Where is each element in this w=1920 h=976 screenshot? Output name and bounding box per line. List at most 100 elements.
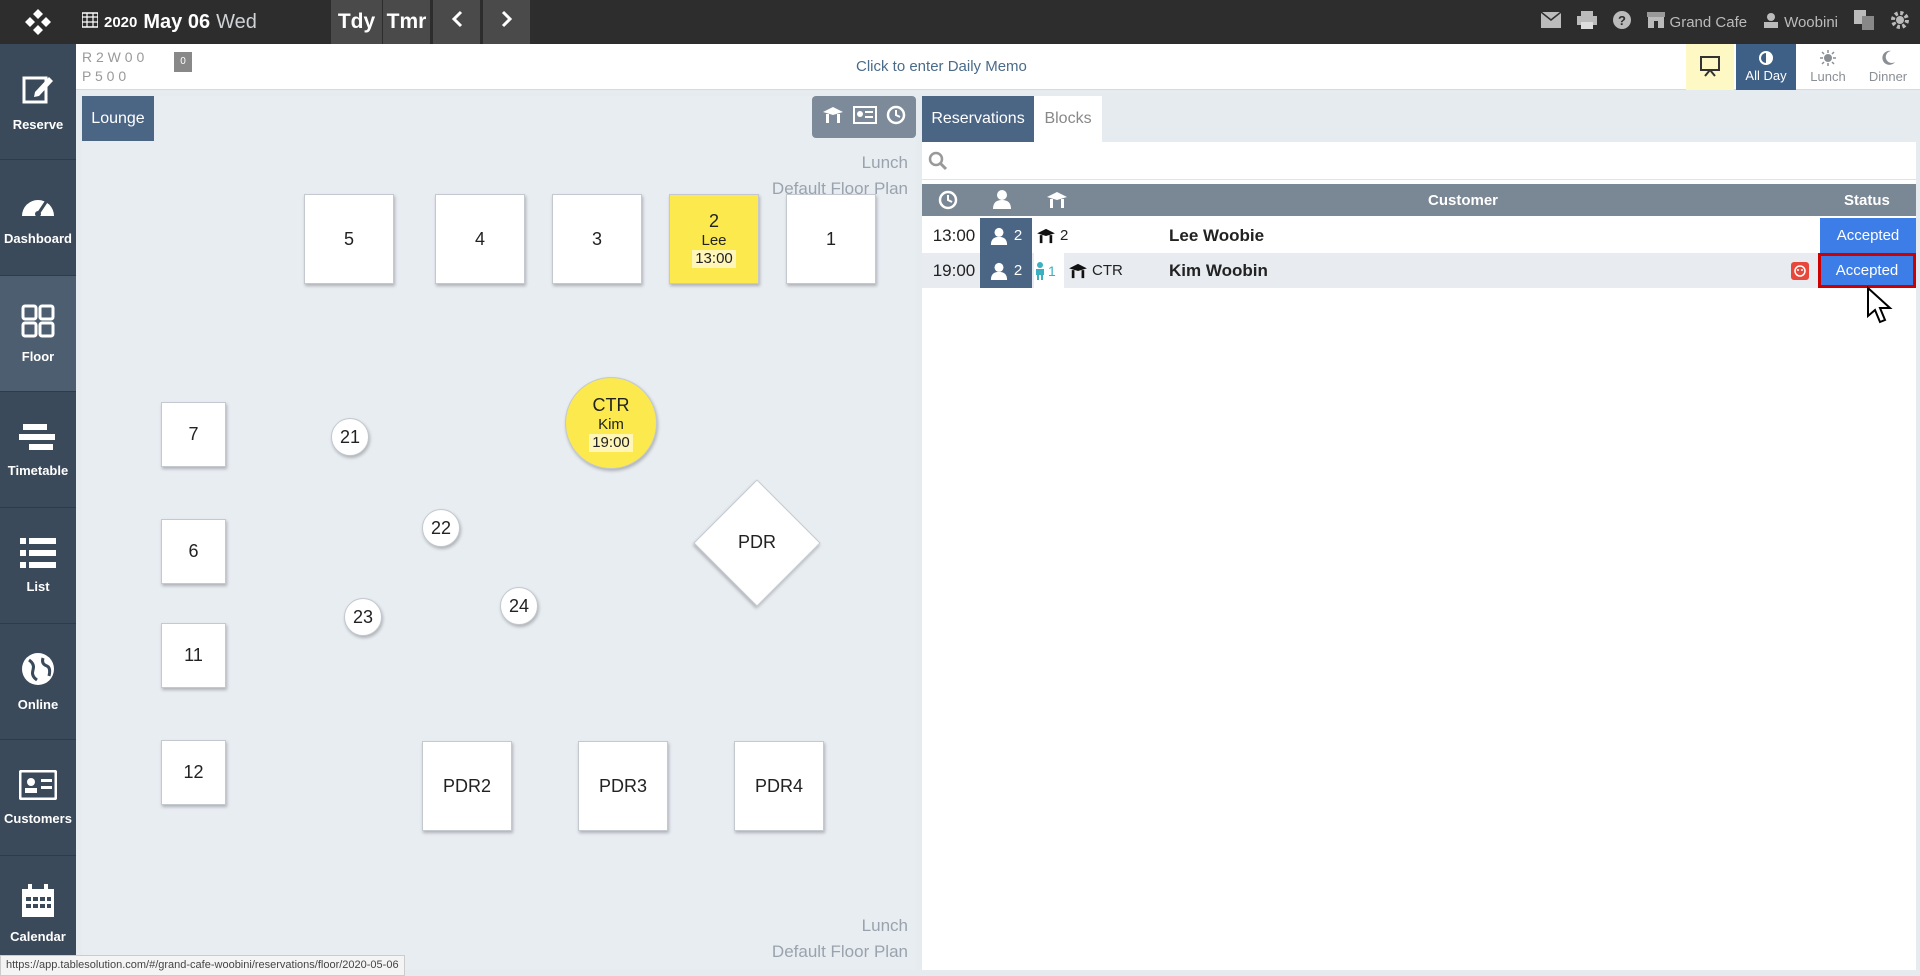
sidebar-item-reserve[interactable]: Reserve	[0, 44, 76, 160]
table-22[interactable]: 22	[422, 509, 460, 547]
table-3[interactable]: 3	[552, 194, 642, 284]
period-all-day[interactable]: All Day	[1736, 44, 1796, 90]
table-number: CTR	[592, 394, 630, 415]
sidebar-item-customers[interactable]: Customers	[0, 740, 76, 856]
date-year: 2020	[104, 13, 138, 31]
table-row[interactable]: 19:00 2 1 CTR Kim Woobin Accepted	[922, 253, 1916, 288]
next-day-button[interactable]	[482, 0, 530, 44]
period-label: All Day	[1745, 68, 1787, 83]
chevron-left-icon	[450, 10, 464, 34]
status-url: https://app.tablesolution.com/#/grand-ca…	[0, 955, 405, 976]
tomorrow-button[interactable]: Tmr	[382, 0, 430, 44]
date-month-day: May 06	[143, 10, 211, 33]
table-icon[interactable]	[1046, 191, 1068, 213]
person-icon	[990, 227, 1007, 245]
column-status[interactable]: Status	[1844, 192, 1890, 209]
table-1[interactable]: 1	[786, 194, 876, 284]
language-icon[interactable]	[1854, 10, 1874, 34]
sidebar-item-timetable[interactable]: Timetable	[0, 392, 76, 508]
restaurant-selector[interactable]: Grand Cafe	[1646, 12, 1748, 32]
period-lunch[interactable]: Lunch	[1798, 44, 1858, 90]
note-icon[interactable]	[1790, 253, 1810, 288]
clipboard-icon[interactable]: 0	[174, 52, 192, 72]
row-customer[interactable]: Lee Woobie	[1169, 218, 1264, 253]
table-number: 22	[430, 517, 452, 538]
table-12[interactable]: 12	[161, 740, 226, 805]
date-picker[interactable]: 2020 May 06 Wed	[81, 0, 257, 44]
print-icon[interactable]	[1576, 11, 1597, 33]
table-23[interactable]: 23	[344, 598, 382, 636]
row-time: 19:00	[932, 260, 976, 280]
sidebar-item-label: Online	[17, 696, 59, 712]
period-label: Lunch	[1810, 69, 1846, 84]
status-button[interactable]: Accepted	[1818, 253, 1916, 288]
top-bar: 2020 May 06 Wed Tdy Tmr ? Grand Cafe Woo…	[0, 0, 1920, 44]
help-icon[interactable]: ?	[1612, 11, 1631, 33]
table-number: 5	[343, 228, 354, 249]
table-2[interactable]: 2 Lee 13:00	[669, 194, 759, 284]
app-logo-icon[interactable]	[0, 0, 76, 44]
table-number: 3	[591, 228, 602, 249]
store-icon	[1646, 12, 1665, 32]
search-input[interactable]	[922, 142, 1916, 180]
clock-icon[interactable]	[938, 190, 958, 214]
table-number: 24	[508, 595, 530, 616]
table-11[interactable]: 11	[161, 623, 226, 688]
table-pdr4[interactable]: PDR4	[734, 741, 824, 831]
panel-tabs: Reservations Blocks	[922, 96, 1916, 142]
status-button[interactable]: Accepted	[1820, 218, 1916, 253]
guests-icon[interactable]	[992, 189, 1012, 213]
table-number: PDR4	[754, 775, 803, 796]
sun-icon	[1820, 50, 1836, 69]
table-number: 12	[183, 762, 204, 782]
table-row[interactable]: 13:00 2 2 Lee Woobie Accepted	[922, 218, 1916, 253]
table-24[interactable]: 24	[500, 587, 538, 625]
gear-icon[interactable]	[1890, 10, 1910, 34]
row-table: CTR	[1068, 253, 1168, 288]
daily-memo[interactable]: Click to enter Daily Memo	[856, 58, 1027, 75]
table-pdr3[interactable]: PDR3	[578, 741, 668, 831]
tab-reservations[interactable]: Reservations	[922, 96, 1034, 142]
mail-icon[interactable]	[1540, 11, 1561, 32]
date-weekday: Wed	[216, 10, 257, 33]
table-6[interactable]: 6	[161, 519, 226, 584]
counts-row-1: R 2 W 0 0	[82, 49, 145, 65]
table-number: 7	[188, 424, 199, 444]
clock-icon[interactable]	[886, 105, 906, 130]
sidebar-item-dashboard[interactable]: Dashboard	[0, 160, 76, 276]
period-dinner[interactable]: Dinner	[1858, 44, 1918, 90]
row-table-name: 2	[1060, 227, 1069, 244]
sidebar-item-online[interactable]: Online	[0, 624, 76, 740]
floor-tools	[812, 96, 916, 138]
tab-blocks[interactable]: Blocks	[1034, 96, 1102, 142]
today-button[interactable]: Tdy	[330, 0, 382, 44]
prev-day-button[interactable]	[432, 0, 480, 44]
table-icon[interactable]	[822, 106, 844, 129]
restaurant-name: Grand Cafe	[1669, 13, 1748, 31]
table-ctr[interactable]: CTR Kim 19:00	[565, 377, 657, 469]
sidebar-item-list[interactable]: List	[0, 508, 76, 624]
table-guest-name: Kim	[598, 415, 624, 433]
table-number: 6	[188, 541, 199, 561]
reservation-counts: R 2 W 0 0 P 5 0 0	[82, 48, 144, 86]
row-pax-count: 2	[1013, 262, 1023, 279]
presentation-board-icon	[1699, 55, 1721, 80]
table-pdr2[interactable]: PDR2	[422, 741, 512, 831]
table-icon	[1069, 263, 1087, 278]
period-label: Dinner	[1868, 69, 1908, 84]
column-customer[interactable]: Customer	[1428, 192, 1498, 209]
tab-lounge[interactable]: Lounge	[82, 96, 154, 141]
presentation-button[interactable]	[1686, 44, 1734, 90]
table-21[interactable]: 21	[331, 418, 369, 456]
globe-icon	[21, 652, 55, 689]
table-4[interactable]: 4	[435, 194, 525, 284]
table-5[interactable]: 5	[304, 194, 394, 284]
floor-plan-name: Default Floor Plan	[771, 942, 908, 961]
guest-card-icon[interactable]	[852, 105, 877, 129]
user-menu[interactable]: Woobini	[1763, 12, 1838, 32]
row-customer[interactable]: Kim Woobin	[1169, 253, 1268, 288]
counts-row-2: P 5 0 0	[82, 68, 127, 84]
sidebar-item-floor[interactable]: Floor	[0, 276, 76, 392]
calendar-grid-icon	[81, 11, 99, 34]
table-7[interactable]: 7	[161, 402, 226, 467]
